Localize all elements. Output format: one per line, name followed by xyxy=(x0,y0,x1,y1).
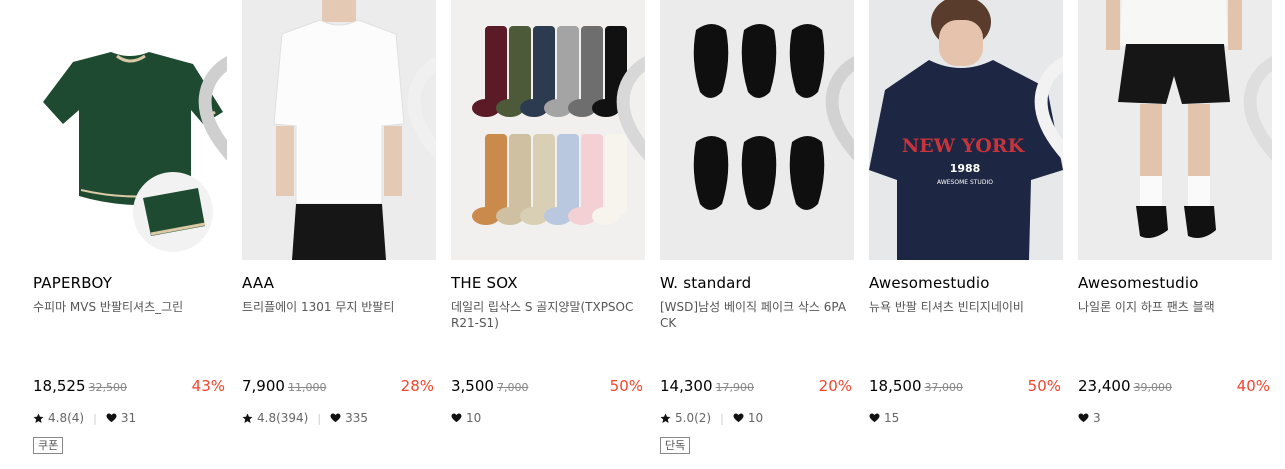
brand-name[interactable]: THE SOX xyxy=(451,274,518,292)
divider: | xyxy=(93,411,97,425)
product-meta: 10 xyxy=(451,411,481,425)
product-card[interactable]: Awesomestudio 나일론 이지 하프 팬츠 블랙 23,400 39,0… xyxy=(1078,0,1272,469)
divider: | xyxy=(720,411,724,425)
original-price: 7,000 xyxy=(496,381,529,394)
like-count: 31 xyxy=(120,411,137,425)
star-icon xyxy=(660,412,671,424)
heart-outline-icon[interactable] xyxy=(1242,8,1272,161)
product-image-black-fake-socks[interactable] xyxy=(660,0,854,260)
product-image-white-tshirt-model[interactable] xyxy=(242,0,436,260)
brand-name[interactable]: PAPERBOY xyxy=(33,274,112,292)
sale-price: 3,500 xyxy=(451,377,494,395)
price: 7,900 11,000 xyxy=(242,377,326,395)
product-grid: PAPERBOY 수피마 MVS 반팔티셔츠_그린 18,525 32,500 4… xyxy=(0,0,1285,469)
exclusive-badge: 단독 xyxy=(660,437,691,454)
product-name[interactable]: 나일론 이지 하프 팬츠 블랙 xyxy=(1078,299,1268,315)
product-card[interactable]: W. standard [WSD]남성 베이직 페이크 삭스 6PACK 14,… xyxy=(660,0,854,469)
product-image-rib-socks[interactable] xyxy=(451,0,645,260)
heart-icon xyxy=(1078,413,1089,423)
product-image-green-tshirt[interactable] xyxy=(33,0,227,260)
product-name[interactable]: 수피마 MVS 반팔티셔츠_그린 xyxy=(33,299,223,315)
like-count: 10 xyxy=(747,411,764,425)
product-card[interactable]: THE SOX 데일리 립삭스 S 골지양말(TXPSOCR21-S1) 3,5… xyxy=(451,0,645,469)
product-card[interactable]: NEW YORK 1988 AWESOME STUDIO Awesomestud… xyxy=(869,0,1063,469)
price: 23,400 39,000 xyxy=(1078,377,1172,395)
discount-rate: 50% xyxy=(1027,377,1061,395)
original-price: 11,000 xyxy=(287,381,327,394)
sale-price: 18,525 xyxy=(33,377,86,395)
discount-rate: 50% xyxy=(609,377,643,395)
product-name[interactable]: [WSD]남성 베이직 페이크 삭스 6PACK xyxy=(660,299,850,331)
tshirt-print-sub: AWESOME STUDIO xyxy=(937,179,993,186)
sale-price: 18,500 xyxy=(869,377,922,395)
product-name[interactable]: 데일리 립삭스 S 골지양말(TXPSOCR21-S1) xyxy=(451,299,641,331)
price: 18,525 32,500 xyxy=(33,377,127,395)
heart-icon xyxy=(106,413,117,423)
discount-rate: 28% xyxy=(400,377,434,395)
heart-icon xyxy=(451,413,462,423)
price: 3,500 7,000 xyxy=(451,377,528,395)
heart-outline-icon[interactable] xyxy=(1033,8,1063,161)
sale-price: 14,300 xyxy=(660,377,713,395)
brand-name[interactable]: W. standard xyxy=(660,274,751,292)
sale-price: 7,900 xyxy=(242,377,285,395)
heart-icon xyxy=(733,413,744,423)
brand-name[interactable]: AAA xyxy=(242,274,274,292)
sale-price: 23,400 xyxy=(1078,377,1131,395)
star-icon xyxy=(242,412,253,424)
original-price: 32,500 xyxy=(88,381,128,394)
product-meta: 4.8(4) | 31 xyxy=(33,411,136,425)
divider: | xyxy=(317,411,322,425)
product-card[interactable]: PAPERBOY 수피마 MVS 반팔티셔츠_그린 18,525 32,500 4… xyxy=(33,0,227,469)
heart-outline-icon[interactable] xyxy=(406,8,436,161)
brand-name[interactable]: Awesomestudio xyxy=(869,274,990,292)
discount-rate: 20% xyxy=(818,377,852,395)
coupon-badge: 쿠폰 xyxy=(33,437,64,454)
original-price: 39,000 xyxy=(1133,381,1173,394)
product-meta: 5.0(2) | 10 xyxy=(660,411,763,425)
discount-rate: 40% xyxy=(1236,377,1270,395)
product-image-black-half-pants[interactable] xyxy=(1078,0,1272,260)
like-count: 3 xyxy=(1093,411,1101,425)
tshirt-print-title: NEW YORK xyxy=(902,135,1026,157)
product-meta: 4.8(394) | 335 xyxy=(242,411,368,425)
like-count: 15 xyxy=(884,411,900,425)
star-icon xyxy=(33,412,44,424)
brand-name[interactable]: Awesomestudio xyxy=(1078,274,1199,292)
original-price: 17,900 xyxy=(715,381,755,394)
heart-outline-icon[interactable] xyxy=(824,8,854,161)
rating-text: 4.8(394) xyxy=(257,411,309,425)
product-name[interactable]: 뉴욕 반팔 티셔츠 빈티지네이비 xyxy=(869,299,1059,315)
rating-text: 5.0(2) xyxy=(675,411,712,425)
product-meta: 3 xyxy=(1078,411,1101,425)
discount-rate: 43% xyxy=(191,377,225,395)
product-image-navy-newyork-tshirt[interactable]: NEW YORK 1988 AWESOME STUDIO xyxy=(869,0,1063,260)
price: 14,300 17,900 xyxy=(660,377,754,395)
product-card[interactable]: AAA 트리플에이 1301 무지 반팔티 7,900 11,000 28% 4.… xyxy=(242,0,436,469)
rating-text: 4.8(4) xyxy=(48,411,85,425)
price: 18,500 37,000 xyxy=(869,377,963,395)
like-count: 335 xyxy=(345,411,368,425)
heart-outline-icon[interactable] xyxy=(615,8,645,161)
heart-icon xyxy=(869,413,880,423)
product-meta: 15 xyxy=(869,411,899,425)
product-name[interactable]: 트리플에이 1301 무지 반팔티 xyxy=(242,299,432,315)
heart-icon xyxy=(330,413,341,423)
like-count: 10 xyxy=(466,411,482,425)
tshirt-print-year: 1988 xyxy=(950,162,981,175)
original-price: 37,000 xyxy=(924,381,964,394)
heart-outline-icon[interactable] xyxy=(197,8,227,161)
